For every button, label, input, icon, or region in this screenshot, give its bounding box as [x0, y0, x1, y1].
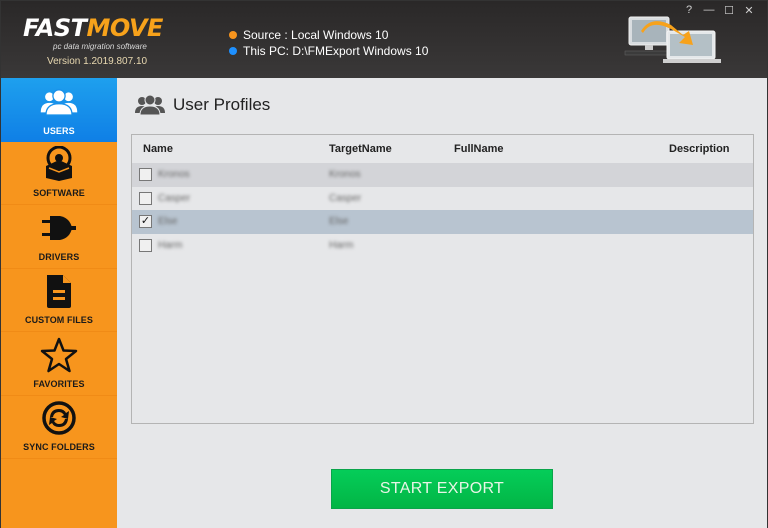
table-row-selected[interactable]: ✓ Else Else	[132, 210, 753, 234]
star-icon	[39, 337, 79, 373]
logo: FASTMOVE	[23, 15, 163, 41]
status-panel: Source : Local Windows 10 This PC: D:\FM…	[229, 27, 428, 59]
software-icon	[39, 146, 79, 182]
tagline: pc data migration software	[53, 42, 147, 51]
user-profiles-icon	[135, 95, 165, 115]
sidebar-item-users[interactable]: USERS	[1, 78, 117, 142]
users-icon	[39, 84, 79, 120]
column-header-description[interactable]: Description	[669, 143, 730, 155]
sidebar-label-sync-folders: SYNC FOLDERS	[23, 442, 95, 452]
header: FASTMOVE pc data migration software Vers…	[1, 1, 767, 78]
sidebar-item-sync-folders[interactable]: SYNC FOLDERS	[1, 396, 117, 459]
main-panel: User Profiles Name TargetName FullName D…	[117, 78, 767, 528]
cell-name: Kronos	[158, 169, 190, 180]
table-row[interactable]: Kronos Kronos	[132, 163, 753, 187]
file-icon	[39, 273, 79, 309]
sidebar-item-custom-files[interactable]: CUSTOM FILES	[1, 269, 117, 332]
table-row[interactable]: Harm Harm	[132, 234, 753, 258]
column-header-targetname[interactable]: TargetName	[329, 143, 392, 155]
plug-icon	[39, 210, 79, 246]
sidebar-label-users: USERS	[43, 125, 75, 136]
window-controls: ? — ☐ ✕	[679, 4, 759, 17]
row-checkbox[interactable]	[139, 168, 152, 181]
minimize-button[interactable]: —	[699, 4, 719, 17]
sidebar-label-drivers: DRIVERS	[38, 251, 80, 262]
app-window: FASTMOVE pc data migration software Vers…	[0, 0, 768, 528]
cell-targetname: Casper	[329, 192, 362, 204]
pc-transfer-icon	[624, 16, 721, 63]
page-title: User Profiles	[173, 95, 271, 114]
source-status: Source : Local Windows 10	[229, 27, 428, 42]
cell-name: Casper	[158, 192, 191, 204]
start-export-button[interactable]: START EXPORT	[331, 469, 553, 509]
table-header: Name TargetName FullName Description	[132, 135, 753, 163]
sidebar-item-drivers[interactable]: DRIVERS	[1, 205, 117, 269]
version-label: Version 1.2019.807.10	[47, 56, 148, 67]
cell-name: Harm	[158, 239, 183, 251]
sidebar: USERS SOFTWARE DRIVERS CUSTOM FILES FAVO…	[1, 78, 117, 528]
source-dot-icon	[229, 30, 237, 39]
cell-targetname: Kronos	[329, 169, 361, 180]
source-label: Source : Local Windows 10	[243, 27, 389, 42]
maximize-button[interactable]: ☐	[719, 4, 739, 17]
cell-name: Else	[158, 216, 178, 227]
column-header-name[interactable]: Name	[143, 143, 173, 155]
help-button[interactable]: ?	[679, 4, 699, 17]
sidebar-label-custom-files: CUSTOM FILES	[24, 315, 94, 325]
target-dot-icon	[229, 46, 237, 55]
sidebar-label-favorites: FAVORITES	[33, 378, 85, 389]
cell-targetname: Harm	[329, 239, 354, 251]
table-row[interactable]: Casper Casper	[132, 187, 753, 211]
sidebar-label-software: SOFTWARE	[33, 188, 85, 198]
logo-fast: FAST	[23, 14, 87, 42]
page-header: User Profiles	[135, 95, 270, 115]
target-label: This PC: D:\FMExport Windows 10	[243, 43, 429, 58]
sidebar-item-software[interactable]: SOFTWARE	[1, 142, 117, 205]
close-button[interactable]: ✕	[739, 4, 759, 17]
row-checkbox[interactable]	[139, 191, 152, 205]
row-checkbox-checked[interactable]: ✓	[139, 215, 152, 228]
logo-move: MOVE	[86, 14, 164, 42]
sync-icon	[39, 400, 79, 436]
cell-targetname: Else	[329, 216, 349, 227]
target-status: This PC: D:\FMExport Windows 10	[229, 43, 428, 58]
row-checkbox[interactable]	[139, 238, 152, 252]
sidebar-item-favorites[interactable]: FAVORITES	[1, 332, 117, 396]
column-header-fullname[interactable]: FullName	[454, 143, 504, 155]
user-profiles-table: Name TargetName FullName Description Kro…	[131, 134, 754, 424]
